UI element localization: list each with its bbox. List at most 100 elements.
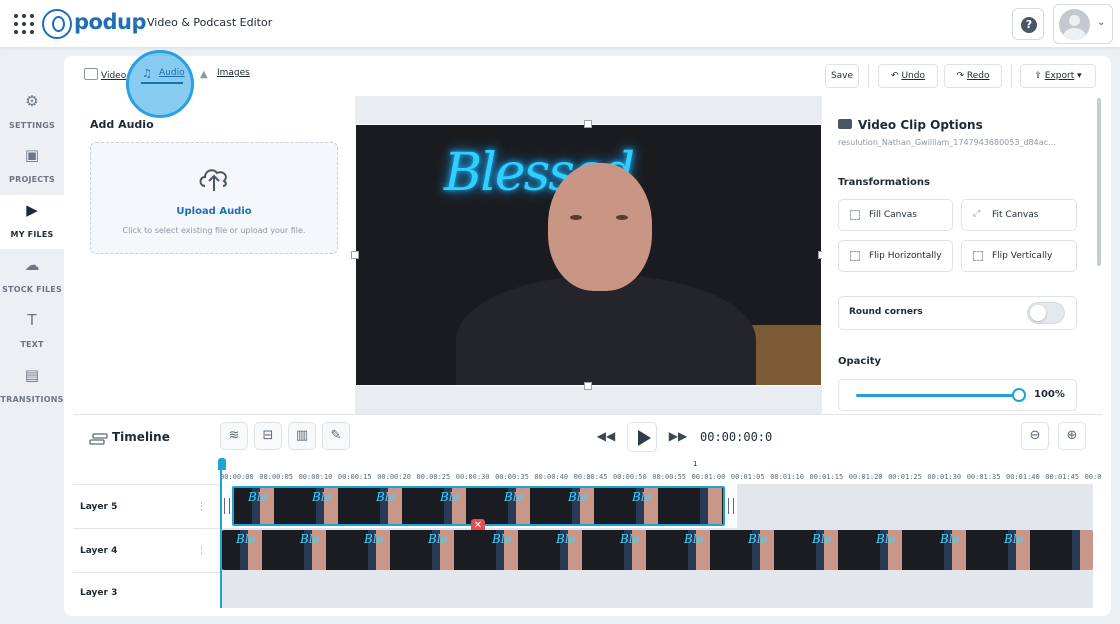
layers-tool-button[interactable]: ≋ [220, 422, 248, 450]
fill-canvas-button[interactable]: Fill Canvas [838, 199, 953, 231]
sidebar-item-label: TEXT [20, 340, 44, 349]
sidebar-item-label: STOCK FILES [2, 285, 62, 294]
sidebar-item-label: PROJECTS [9, 175, 55, 184]
split-tool-button[interactable]: ⊟ [254, 422, 282, 450]
zoom-in-icon: ⊕ [1066, 428, 1078, 443]
sidebar-item-my-files[interactable]: ▶ MY FILES [0, 195, 64, 249]
layers-icon: ≋ [228, 428, 240, 443]
caret-down-icon: ▾ [1074, 71, 1082, 81]
user-menu-button[interactable]: ⌄ [1053, 4, 1113, 44]
fast-forward-button[interactable]: ▶▶ [667, 425, 689, 447]
layer-name: Layer 3 [80, 588, 118, 598]
export-button[interactable]: ⇪ Export ▾ [1020, 64, 1096, 88]
layer-row-label[interactable]: Layer 5 ⋮ [73, 484, 220, 528]
options-scrollbar[interactable] [1097, 98, 1101, 266]
split-icon: ⊟ [262, 428, 274, 443]
tab-images[interactable]: ▲ Images [200, 68, 250, 81]
more-vertical-icon[interactable]: ⋮ [197, 485, 206, 529]
ruler-tick-label: 00:00:40 [534, 473, 569, 481]
ruler-tick-label: 00:00:00 [220, 473, 254, 481]
ruler-tick-label: 00:0 [1084, 473, 1102, 481]
clip-trim-handle-left[interactable] [224, 498, 230, 514]
clip-thumbnail-neon: Ble [876, 532, 896, 546]
ruler-tick-label: 00:01:40 [1006, 473, 1040, 481]
layer-3-track [220, 572, 1093, 608]
rewind-icon: ◀◀ [596, 429, 616, 443]
sidebar-item-text[interactable]: T TEXT [0, 305, 64, 359]
layer-row-label[interactable]: Layer 4 ⋮ [73, 528, 220, 572]
clip-thumbnail-neon: Ble [440, 490, 460, 504]
clip-thumbnail-neon: Ble [312, 490, 332, 504]
active-tab-underline [141, 82, 183, 84]
redo-button[interactable]: ↷ Redo [944, 64, 1002, 88]
audio-upload-dropzone[interactable] [90, 142, 338, 254]
play-button[interactable] [627, 422, 657, 452]
save-button[interactable]: Save [825, 64, 859, 88]
sidebar-item-projects[interactable]: ▣ PROJECTS [0, 140, 64, 194]
text-icon: T [27, 311, 37, 329]
layer-row-label[interactable]: Layer 3 [73, 572, 220, 608]
sidebar-item-settings[interactable]: ⚙ SETTINGS [0, 86, 64, 140]
resize-handle-bottom[interactable] [584, 382, 592, 390]
trim-tool-button[interactable]: ▥ [288, 422, 316, 450]
flip-vertically-button[interactable]: Flip Vertically [961, 240, 1077, 272]
resize-handle-top[interactable] [584, 120, 592, 128]
trim-icon: ▥ [295, 428, 309, 443]
opacity-slider-knob[interactable] [1012, 388, 1026, 402]
chevron-right-icon: › [134, 16, 139, 29]
video-clip[interactable]: Ble Ble Ble Ble Ble Ble Ble Ble Ble Ble Ble Ble Ble [222, 530, 1093, 570]
clip-thumbnail-neon: Ble [236, 532, 256, 546]
video-preview[interactable]: Blessed [355, 124, 822, 386]
fast-forward-icon: ▶▶ [668, 429, 688, 443]
clip-thumbnail-neon: Ble [568, 490, 588, 504]
music-note-icon: ♫ [142, 67, 152, 80]
resize-handle-left[interactable] [351, 251, 359, 259]
upload-audio-label[interactable]: Upload Audio [90, 206, 338, 217]
playhead-handle[interactable] [218, 458, 226, 470]
more-vertical-icon[interactable]: ⋮ [197, 529, 206, 573]
undo-label: Undo [901, 71, 925, 81]
ruler-spacer [73, 458, 220, 484]
round-corners-label: Round corners [849, 307, 923, 317]
fit-canvas-button[interactable]: ⤢ Fit Canvas [961, 199, 1077, 231]
toolbar-divider [868, 64, 869, 88]
ruler-tick-label: 00:00:45 [573, 473, 608, 481]
ruler-tick-label: 00:00:10 [298, 473, 333, 481]
tab-video[interactable]: Video [84, 68, 126, 81]
zoom-out-icon: ⊖ [1029, 428, 1041, 443]
undo-button[interactable]: ↶ Undo [878, 64, 938, 88]
edit-tool-button[interactable]: ✎ [322, 422, 350, 450]
clip-thumbnail-neon: Ble [748, 532, 768, 546]
sidebar-item-transitions[interactable]: ▤ TRANSITIONS [0, 360, 64, 414]
clip-options-title: Video Clip Options [858, 118, 983, 132]
opacity-heading: Opacity [838, 356, 882, 367]
add-audio-title: Add Audio [90, 118, 154, 131]
clip-thumbnail-neon: Ble [1004, 532, 1024, 546]
tab-audio[interactable]: ♫ Audio [142, 68, 185, 80]
flip-horizontally-button[interactable]: Flip Horizontally [838, 240, 953, 272]
ruler-tick-label: 00:00:25 [416, 473, 451, 481]
ruler-tick-label: 00:00:50 [613, 473, 647, 481]
opacity-slider-track[interactable] [856, 394, 1020, 397]
rewind-button[interactable]: ◀◀ [595, 425, 617, 447]
help-button[interactable]: ? [1012, 8, 1044, 40]
zoom-in-button[interactable]: ⊕ [1058, 422, 1086, 450]
clip-trim-handle-right[interactable] [728, 498, 734, 514]
sidebar-item-label: SETTINGS [9, 121, 55, 130]
podup-logo-icon [42, 9, 72, 39]
app-grid-icon[interactable] [14, 14, 34, 34]
tab-audio-label: Audio [159, 68, 185, 78]
clip-thumbnail-neon: Ble [632, 490, 652, 504]
layer-name: Layer 4 [80, 546, 118, 556]
gear-icon: ⚙ [25, 92, 39, 110]
clip-thumbnail-neon: Ble [248, 490, 268, 504]
round-corners-toggle[interactable] [1027, 302, 1065, 324]
sidebar-item-stock-files[interactable]: ☁ STOCK FILES [0, 250, 64, 304]
chevron-down-icon: ⌄ [1097, 17, 1106, 28]
zoom-out-button[interactable]: ⊖ [1021, 422, 1049, 450]
opacity-value: 100% [1034, 389, 1065, 400]
person-body-shape [456, 275, 756, 385]
fit-canvas-label: Fit Canvas [992, 210, 1039, 220]
ruler-tick-label: 00:01:20 [848, 473, 883, 481]
timeline-ruler[interactable]: 00:00:00 00:00:05 00:00:10 00:00:15 00:00:20… [220, 458, 1103, 484]
